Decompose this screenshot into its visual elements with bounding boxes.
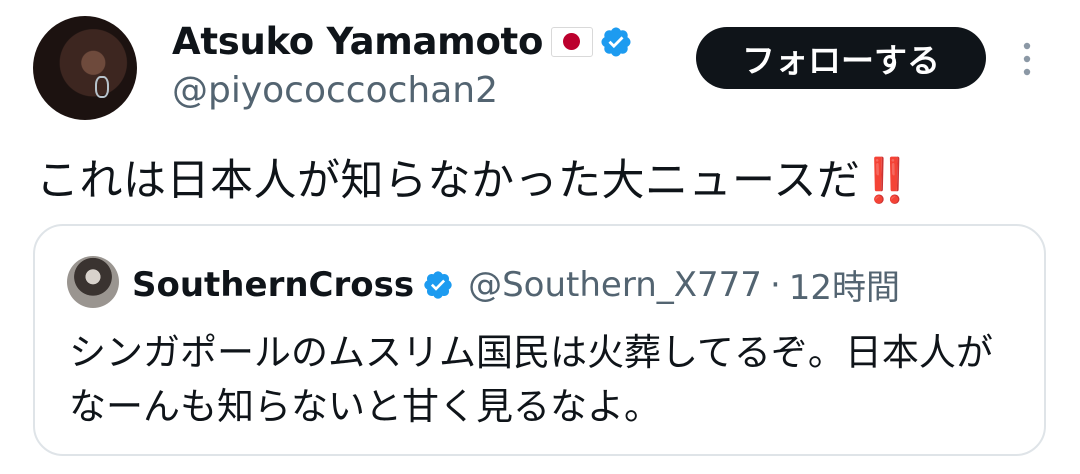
- more-options-icon[interactable]: [1017, 40, 1037, 80]
- quoted-timestamp: 12時間: [788, 268, 901, 308]
- tweet-body: これは日本人が知らなかった大ニュースだ: [36, 156, 861, 206]
- quoted-display-name: SouthernCross: [132, 264, 415, 305]
- quoted-handle: @Southern_X777: [468, 264, 762, 305]
- quoted-author-row: SouthernCross @Southern_X777 · 12時間: [132, 260, 900, 309]
- author-name-row: Atsuko Yamamoto: [172, 20, 633, 63]
- separator-dot: ·: [769, 264, 781, 305]
- tweet-text: これは日本人が知らなかった大ニュースだ‼️: [36, 146, 914, 208]
- author-handle[interactable]: @piyococcochan2: [172, 70, 498, 111]
- double-exclamation-emoji: ‼️: [860, 156, 915, 206]
- author-display-name[interactable]: Atsuko Yamamoto: [172, 20, 543, 63]
- verified-badge-icon: [424, 270, 452, 299]
- quoted-tweet-card[interactable]: SouthernCross @Southern_X777 · 12時間 シンガポ…: [33, 224, 1046, 456]
- quoted-author-avatar: [67, 256, 119, 308]
- author-avatar[interactable]: [33, 16, 137, 120]
- japan-flag-icon: [551, 26, 594, 57]
- follow-button[interactable]: フォローする: [696, 27, 986, 89]
- verified-badge-icon: [601, 26, 631, 57]
- quoted-tweet-text: シンガポールのムスリム国民は火葬してるぞ。日本人がなーんも知らないと甘く見るなよ…: [69, 331, 993, 428]
